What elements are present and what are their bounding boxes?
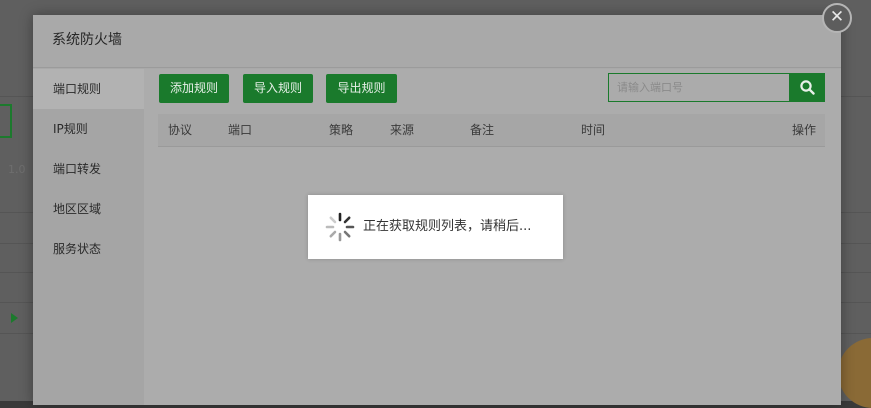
modal-sidebar: 端口规则 IP规则 端口转发 地区区域 服务状态	[33, 69, 144, 405]
column-header[interactable]: 操作	[792, 114, 816, 146]
modal-header: 系统防火墙	[33, 15, 841, 68]
sidebar-item-label: IP规则	[53, 122, 88, 136]
close-button[interactable]: ✕	[822, 3, 852, 33]
sidebar-item-ip-rules[interactable]: IP规则	[33, 109, 144, 149]
sidebar-item-port-forward[interactable]: 端口转发	[33, 149, 144, 189]
close-icon: ✕	[829, 7, 845, 27]
export-rule-button[interactable]: 导出规则	[326, 74, 397, 103]
spinner-icon	[325, 212, 355, 242]
sidebar-item-label: 端口规则	[53, 82, 102, 96]
column-header: 策略	[329, 123, 354, 137]
column-header: 端口	[228, 123, 253, 137]
sidebar-item-port-rules[interactable]: 端口规则	[33, 69, 144, 109]
import-rule-button[interactable]: 导入规则	[243, 74, 313, 103]
table-header: 协议 端口 策略 来源 备注 时间 操作	[158, 114, 825, 147]
modal-title: 系统防火墙	[52, 32, 122, 48]
sidebar-item-service-status[interactable]: 服务状态	[33, 229, 144, 269]
column-header: 时间	[581, 123, 606, 137]
sidebar-item-region[interactable]: 地区区域	[33, 189, 144, 229]
column-header: 来源	[390, 123, 415, 137]
port-search-input[interactable]	[609, 74, 787, 101]
search-button[interactable]	[790, 73, 825, 102]
bg-green-box	[0, 104, 12, 138]
play-icon	[11, 313, 18, 323]
bg-version-text: 1.0	[8, 163, 26, 176]
column-header: 备注	[470, 123, 495, 137]
sidebar-item-label: 端口转发	[53, 162, 102, 176]
sidebar-item-label: 地区区域	[53, 202, 102, 216]
loading-toast: 正在获取规则列表，请稍后...	[308, 195, 563, 259]
sidebar-item-label: 服务状态	[53, 242, 102, 256]
loading-text: 正在获取规则列表，请稍后...	[363, 219, 532, 234]
search-icon	[800, 80, 815, 95]
column-header: 协议	[168, 123, 193, 137]
search-box	[608, 73, 790, 102]
add-rule-button[interactable]: 添加规则	[159, 74, 229, 103]
